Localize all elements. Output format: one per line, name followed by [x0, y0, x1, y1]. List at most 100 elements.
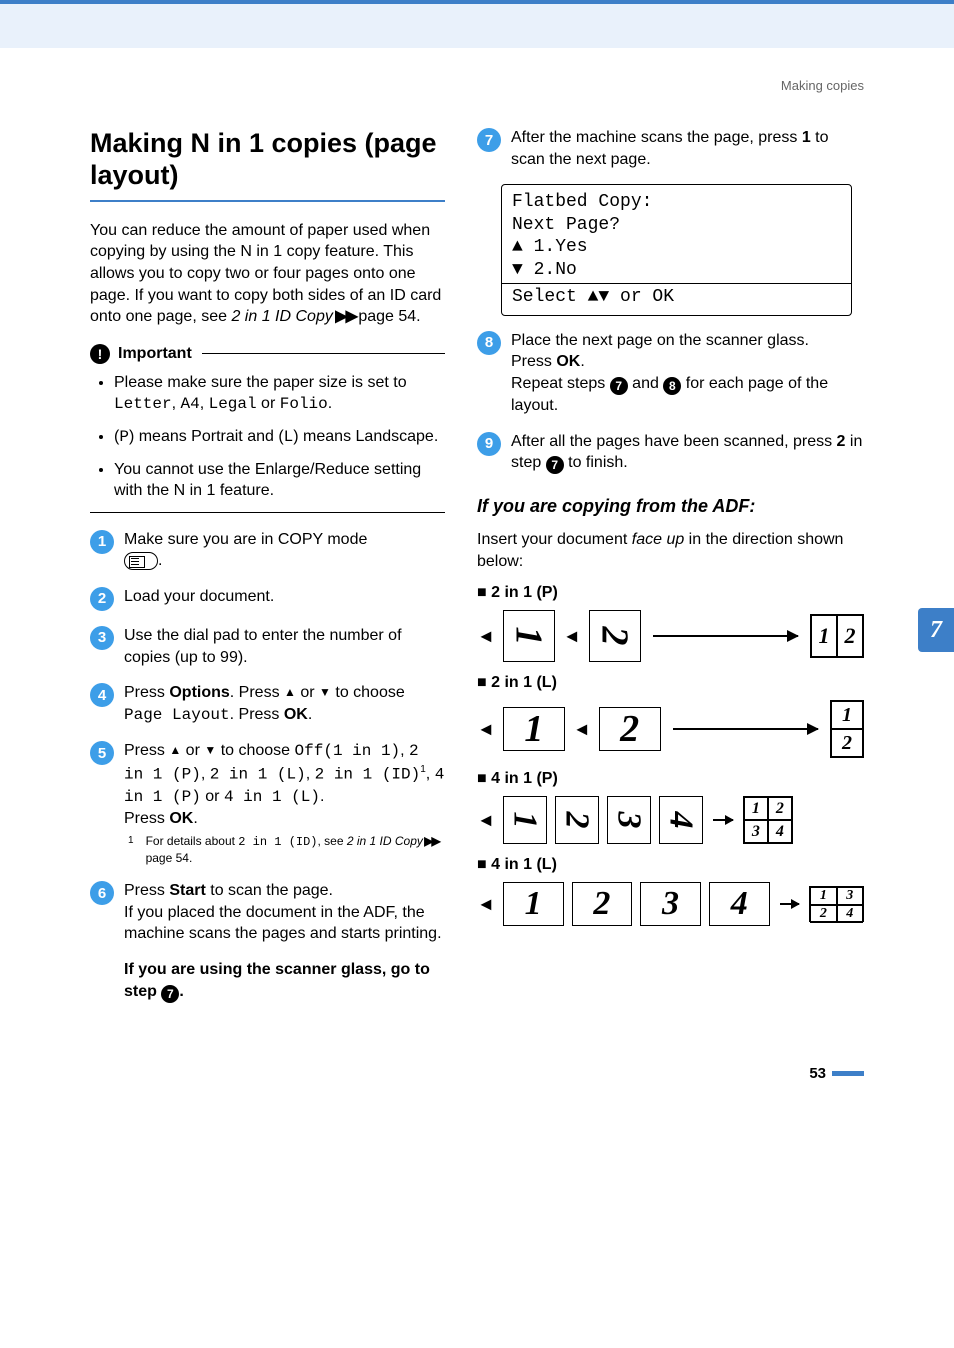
page-number-bar [832, 1071, 864, 1076]
copy-mode-icon [124, 552, 158, 570]
left-icon: ◄ [573, 719, 591, 740]
intro-pageref: page 54. [358, 308, 420, 325]
lcd-line: Flatbed Copy: [512, 191, 841, 214]
page-2-icon: 2 [555, 796, 599, 844]
step-9: 9 After all the pages have been scanned,… [477, 431, 864, 475]
down-icon: ▼ [319, 684, 331, 700]
arrows-icon: ▶▶ [333, 308, 359, 325]
right-column: 7 After the machine scans the page, pres… [477, 127, 864, 1025]
step-8: 8 Place the next page on the scanner gla… [477, 330, 864, 417]
page-2-icon: 2 [599, 707, 661, 751]
layout-diagram-4in1p: ◄ 1 2 3 4 1234 [477, 796, 864, 844]
intro-paragraph: You can reduce the amount of paper used … [90, 220, 445, 328]
layout-label-2in1l: 2 in 1 (L) [477, 674, 864, 692]
left-icon: ◄ [563, 626, 581, 647]
step3-text: Use the dial pad to enter the number of … [124, 625, 445, 668]
intro-link: 2 in 1 ID Copy [231, 308, 332, 325]
arrow-icon [713, 819, 733, 821]
step5-text: Press ▲ or ▼ to choose Off(1 in 1), 2 in… [124, 740, 445, 866]
step-ref-icon: 8 [663, 377, 681, 395]
lcd-display: Flatbed Copy: Next Page? ▲ 1.Yes ▼ 2.No … [501, 184, 852, 316]
top-accent-bar [0, 0, 954, 48]
step8-text: Place the next page on the scanner glass… [511, 330, 864, 417]
adf-intro: Insert your document face up in the dire… [477, 529, 864, 572]
page-1-icon: 1 [503, 707, 565, 751]
important-list: Please make sure the paper size is set t… [90, 372, 445, 502]
result-4in1p: 1234 [743, 796, 793, 844]
layout-label-4in1l: 4 in 1 (L) [477, 856, 864, 874]
step-bullet: 7 [477, 128, 501, 152]
exclamation-icon: ! [90, 344, 110, 364]
page-4-icon: 4 [709, 882, 770, 926]
arrows-icon: ▶▶ [423, 834, 439, 848]
step-7: 7 After the machine scans the page, pres… [477, 127, 864, 170]
page-number: 53 [90, 1065, 864, 1082]
important-label: Important [118, 345, 192, 363]
step9-text: After all the pages have been scanned, p… [511, 431, 864, 475]
step-ref-icon: 7 [546, 456, 564, 474]
down-icon: ▼ [204, 742, 216, 758]
page-3-icon: 3 [640, 882, 701, 926]
layout-diagram-2in1l: ◄ 1 ◄ 2 12 [477, 700, 864, 758]
step7-text: After the machine scans the page, press … [511, 127, 864, 170]
step-6: 6 Press Start to scan the page. If you p… [90, 880, 445, 1010]
step-bullet: 8 [477, 331, 501, 355]
page-4-icon: 4 [659, 796, 703, 844]
step-bullet: 2 [90, 587, 114, 611]
page-1-icon: 1 [503, 610, 555, 662]
step-4: 4 Press Options. Press ▲ or ▼ to choose … [90, 682, 445, 726]
lcd-line: Select ▲▼ or OK [512, 286, 841, 309]
left-icon: ◄ [477, 719, 495, 740]
step-bullet: 4 [90, 683, 114, 707]
step-bullet: 1 [90, 530, 114, 554]
step-bullet: 5 [90, 741, 114, 765]
left-icon: ◄ [477, 810, 495, 831]
step1-text: Make sure you are in COPY mode [124, 531, 367, 548]
up-icon: ▲ [284, 684, 296, 700]
page-2-icon: 2 [589, 610, 641, 662]
page-1-icon: 1 [503, 882, 564, 926]
lcd-line: ▼ 2.No [512, 259, 841, 282]
step6-text: Press Start to scan the page. If you pla… [124, 880, 445, 1010]
important-item-1: Please make sure the paper size is set t… [114, 372, 445, 416]
step4-text: Press Options. Press ▲ or ▼ to choose Pa… [124, 682, 445, 726]
left-icon: ◄ [477, 894, 495, 915]
left-icon: ◄ [477, 626, 495, 647]
divider [90, 512, 445, 513]
step-bullet: 9 [477, 432, 501, 456]
heading-rule [202, 353, 445, 354]
step2-text: Load your document. [124, 586, 445, 611]
footnote: 1 For details about 2 in 1 (ID), see 2 i… [128, 834, 445, 866]
important-item-3: You cannot use the Enlarge/Reduce settin… [114, 459, 445, 502]
adf-subheading: If you are copying from the ADF: [477, 496, 864, 517]
step-ref-icon: 7 [610, 377, 628, 395]
page-2-icon: 2 [572, 882, 633, 926]
page-3-icon: 3 [607, 796, 651, 844]
chapter-tab: 7 [918, 608, 954, 652]
step-1: 1 Make sure you are in COPY mode . [90, 529, 445, 572]
step-5: 5 Press ▲ or ▼ to choose Off(1 in 1), 2 … [90, 740, 445, 866]
arrow-icon [653, 635, 798, 637]
section-title: Making N in 1 copies (page layout) [90, 127, 445, 202]
layout-diagram-4in1l: ◄ 1 2 3 4 1324 [477, 882, 864, 926]
page-1-icon: 1 [503, 796, 547, 844]
lcd-line: Next Page? [512, 214, 841, 237]
important-heading: ! Important [90, 344, 445, 364]
important-item-2: (P) means Portrait and (L) means Landsca… [114, 426, 445, 449]
step-bullet: 6 [90, 881, 114, 905]
layout-label-4in1p: 4 in 1 (P) [477, 770, 864, 788]
up-icon: ▲ [169, 742, 181, 758]
step-3: 3 Use the dial pad to enter the number o… [90, 625, 445, 668]
layout-diagram-2in1p: ◄ 1 ◄ 2 12 [477, 610, 864, 662]
running-head: Making copies [90, 48, 864, 127]
step-ref-icon: 7 [161, 985, 179, 1003]
lcd-line: ▲ 1.Yes [512, 236, 841, 259]
result-2in1p: 12 [810, 614, 864, 658]
step-bullet: 3 [90, 626, 114, 650]
arrow-icon [780, 903, 800, 905]
left-column: Making N in 1 copies (page layout) You c… [90, 127, 445, 1025]
layout-label-2in1p: 2 in 1 (P) [477, 584, 864, 602]
result-2in1l: 12 [830, 700, 864, 758]
arrow-icon [673, 728, 818, 730]
result-4in1l: 1324 [809, 886, 864, 922]
